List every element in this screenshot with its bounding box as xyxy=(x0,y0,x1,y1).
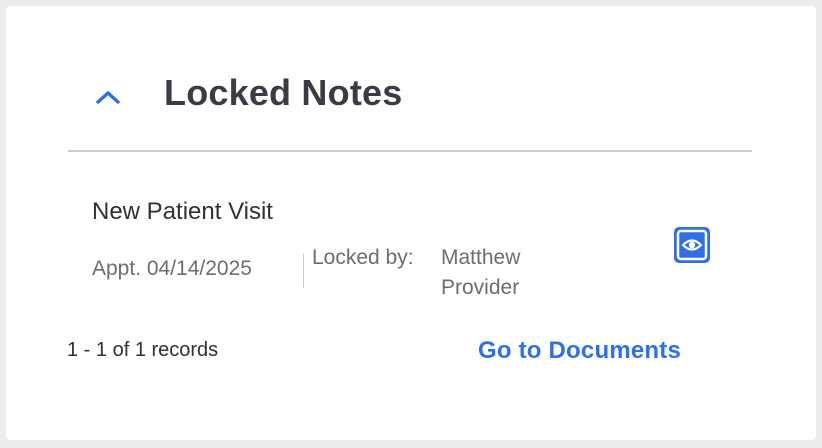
panel-title: Locked Notes xyxy=(164,72,403,113)
view-note-button[interactable] xyxy=(674,227,710,263)
appointment-date: Appt. 04/14/2025 xyxy=(92,257,252,280)
locked-by-label: Locked by: xyxy=(312,246,414,269)
locked-by-name: Matthew Provider xyxy=(441,246,521,299)
locked-notes-card: Locked Notes New Patient Visit Appt. 04/… xyxy=(6,6,816,440)
eye-icon xyxy=(676,229,708,261)
records-count: 1 - 1 of 1 records xyxy=(67,339,219,361)
note-title: New Patient Visit xyxy=(92,198,273,225)
chevron-up-icon[interactable] xyxy=(92,86,124,108)
divider xyxy=(68,150,752,152)
separator xyxy=(303,254,304,288)
go-to-documents-link[interactable]: Go to Documents xyxy=(478,337,681,365)
